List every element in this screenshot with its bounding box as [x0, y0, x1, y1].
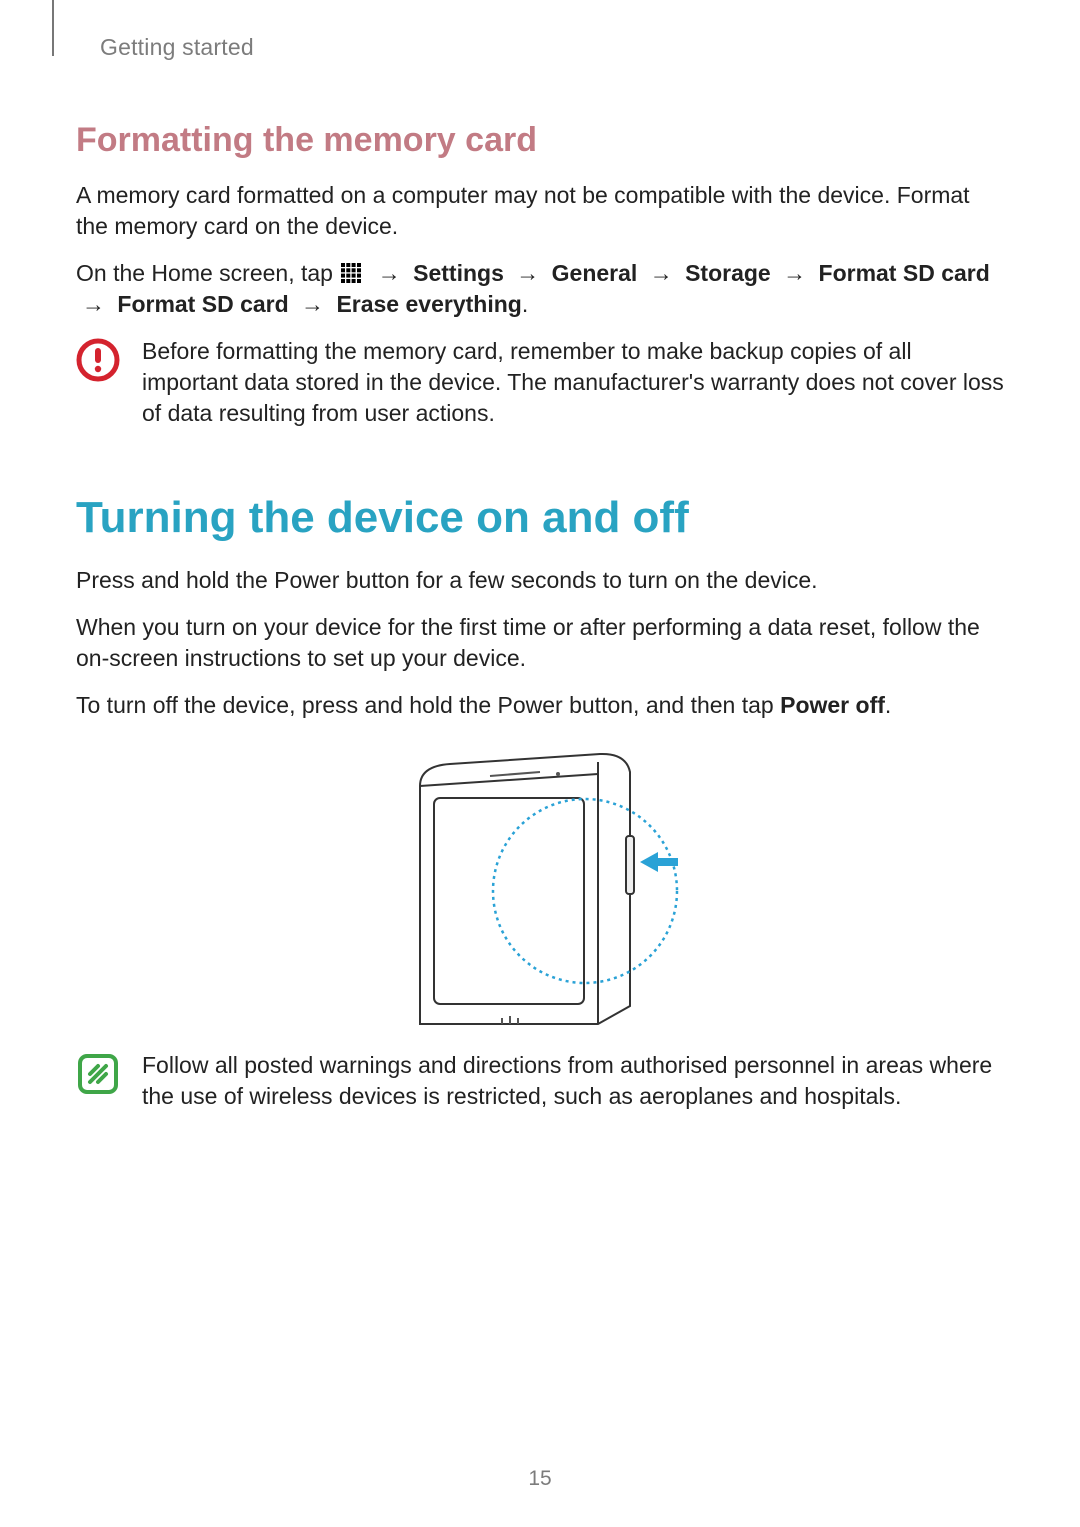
- formatting-para-1: A memory card formatted on a computer ma…: [76, 180, 1004, 242]
- instr-prefix: On the Home screen, tap: [76, 260, 339, 286]
- power-para-3-suffix: .: [885, 692, 891, 718]
- section-heading-formatting: Formatting the memory card: [76, 121, 1004, 160]
- formatting-instruction: On the Home screen, tap → Settings → Gen…: [76, 258, 1004, 320]
- path-storage: Storage: [685, 260, 771, 286]
- arrow-icon: →: [295, 289, 330, 320]
- path-format-sd-1: Format SD card: [819, 260, 990, 286]
- caution-text: Before formatting the memory card, remem…: [142, 336, 1004, 429]
- page-content: Getting started Formatting the memory ca…: [0, 0, 1080, 1112]
- arrow-icon: →: [644, 258, 679, 289]
- power-off-label: Power off: [780, 692, 885, 718]
- note-icon: [76, 1052, 120, 1096]
- period: .: [522, 291, 528, 317]
- arrow-icon: →: [777, 258, 812, 289]
- chapter-title: Getting started: [76, 34, 1004, 61]
- arrow-icon: →: [76, 289, 111, 320]
- arrow-icon: →: [372, 258, 407, 289]
- path-settings: Settings: [413, 260, 504, 286]
- power-para-2: When you turn on your device for the fir…: [76, 612, 1004, 674]
- info-note-text: Follow all posted warnings and direction…: [142, 1050, 1004, 1112]
- caution-icon: [76, 338, 120, 382]
- arrow-icon: →: [510, 258, 545, 289]
- path-erase: Erase everything: [336, 291, 521, 317]
- section-heading-power: Turning the device on and off: [76, 493, 1004, 543]
- power-para-3: To turn off the device, press and hold t…: [76, 690, 1004, 721]
- power-para-1: Press and hold the Power button for a fe…: [76, 565, 1004, 596]
- header-rule: [52, 0, 54, 56]
- path-general: General: [552, 260, 638, 286]
- device-power-illustration: [76, 746, 1004, 1026]
- apps-grid-icon: [341, 263, 361, 283]
- path-format-sd-2: Format SD card: [117, 291, 288, 317]
- info-note: Follow all posted warnings and direction…: [76, 1050, 1004, 1112]
- power-para-3-prefix: To turn off the device, press and hold t…: [76, 692, 780, 718]
- caution-note: Before formatting the memory card, remem…: [76, 336, 1004, 429]
- page-number: 15: [0, 1467, 1080, 1491]
